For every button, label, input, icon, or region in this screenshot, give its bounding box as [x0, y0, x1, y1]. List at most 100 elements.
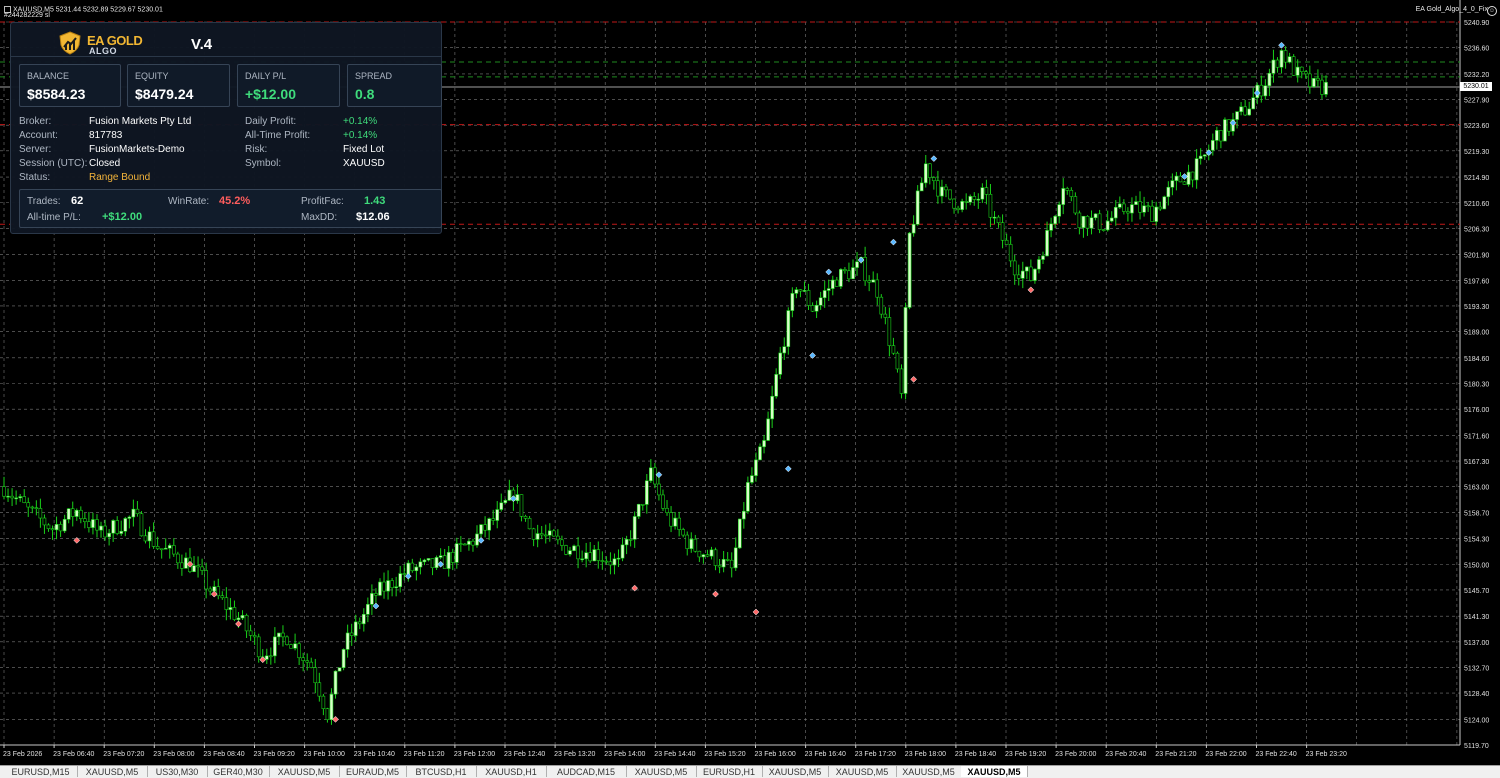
chart-tab[interactable]: XAUUSD,M5 — [269, 766, 340, 777]
candle-body — [814, 304, 819, 312]
trade-marker — [259, 656, 267, 664]
candle-body — [119, 530, 124, 534]
candle-body — [661, 494, 665, 509]
candle-body — [362, 614, 366, 625]
candle-body — [729, 559, 734, 569]
candle-body — [576, 545, 580, 560]
candle-body — [74, 509, 79, 517]
trade-marker — [510, 495, 517, 502]
candle-body — [240, 615, 245, 619]
candle-body — [560, 539, 564, 546]
candle-body — [309, 661, 314, 668]
candle-body — [394, 586, 398, 589]
price-axis-label: 5163.00 — [1464, 485, 1489, 492]
time-axis-label: 23 Feb 21:20 — [1155, 751, 1196, 758]
candle-body — [762, 440, 766, 448]
price-axis-label: 5180.30 — [1464, 382, 1489, 389]
candle-body — [847, 270, 851, 280]
ea-info-panel: EA GOLD ALGO V.4 BALANCE $8584.23 EQUITY… — [10, 22, 442, 234]
chart-tab[interactable]: US30,M30 — [147, 766, 208, 777]
price-axis-label: 5206.30 — [1464, 226, 1489, 233]
candle-body — [224, 597, 229, 610]
candle-body — [932, 177, 936, 182]
price-axis-label: 5128.40 — [1464, 691, 1489, 698]
candle-body — [479, 524, 483, 535]
candle-body — [1012, 260, 1017, 276]
broker-value: Fusion Markets Pty Ltd — [89, 116, 192, 127]
candle-body — [1061, 188, 1066, 205]
candle-body — [1097, 213, 1102, 230]
daily-pl-value: +$12.00 — [245, 86, 296, 102]
candle-body — [18, 496, 22, 499]
candle-body — [95, 519, 99, 531]
chart-tab[interactable]: XAUUSD,M5 — [961, 766, 1028, 777]
chart-tab[interactable]: EURUSD,M15 — [4, 766, 78, 777]
chart-tab[interactable]: EURAUD,M5 — [339, 766, 407, 777]
candle-body — [269, 655, 273, 658]
candle-body — [487, 518, 491, 531]
candle-body — [1029, 266, 1033, 281]
candle-body — [1279, 50, 1284, 68]
candle-body — [1227, 119, 1231, 132]
symbol-label: Symbol: — [245, 158, 282, 169]
candle-body — [131, 508, 136, 518]
candle-body — [810, 305, 815, 312]
candle-body — [418, 561, 423, 568]
candle-body — [244, 615, 249, 632]
candle-body — [180, 562, 184, 569]
trade-stats-box: Trades: 62 WinRate: 45.2% ProfitFac: 1.4… — [19, 189, 442, 228]
candle-body — [839, 269, 843, 287]
winrate-label: WinRate: — [168, 196, 210, 207]
trade-marker — [857, 256, 865, 264]
candle-body — [196, 565, 200, 568]
equity-box: EQUITY $8479.24 — [127, 64, 230, 107]
candle-body — [378, 581, 382, 596]
candle-body — [450, 552, 455, 563]
chart-tab[interactable]: XAUUSD,M5 — [896, 766, 962, 777]
candle-body — [843, 269, 847, 272]
candle-body — [135, 508, 140, 515]
chart-tab[interactable]: GER40,M30 — [207, 766, 270, 777]
chart-tab[interactable]: BTCUSD,H1 — [406, 766, 477, 777]
ea-smiley-icon[interactable]: ☺ — [1487, 6, 1497, 16]
candle-body — [701, 554, 706, 558]
chart-tab[interactable]: XAUUSD,M5 — [77, 766, 148, 777]
candle-body — [301, 657, 305, 661]
chart-window[interactable]: 5240.90 5236.60 5232.20 5227.90 5223.60 5219.… — [0, 0, 1500, 765]
candle-body — [426, 558, 431, 561]
trade-marker — [73, 537, 81, 544]
candle-body — [1118, 203, 1122, 208]
candle-body — [956, 207, 960, 210]
spread-label: SPREAD — [355, 71, 393, 81]
candle-body — [572, 545, 576, 551]
candle-body — [14, 497, 18, 500]
price-axis-label: 5214.90 — [1464, 175, 1489, 182]
candle-body — [903, 307, 908, 394]
candle-body — [721, 559, 726, 568]
chart-tab[interactable]: XAUUSD,M5 — [762, 766, 829, 777]
price-axis-label: 5193.30 — [1464, 304, 1489, 311]
time-axis-label: 23 Feb 16:00 — [755, 751, 796, 758]
trade-marker — [655, 471, 663, 479]
candle-body — [992, 216, 997, 219]
candle-body — [1025, 266, 1029, 272]
candle-body — [353, 621, 358, 636]
chart-tab[interactable]: XAUUSD,M5 — [626, 766, 697, 777]
chart-tab[interactable]: AUDCAD,M15 — [546, 766, 627, 777]
candle-body — [826, 288, 831, 291]
candle-body — [818, 297, 823, 306]
server-label: Server: — [19, 144, 52, 155]
balance-box: BALANCE $8584.23 — [19, 64, 121, 107]
candle-body — [1211, 140, 1215, 151]
chart-tab[interactable]: EURUSD,H1 — [696, 766, 763, 777]
candle-body — [422, 559, 427, 563]
chart-tab[interactable]: XAUUSD,H1 — [476, 766, 547, 777]
candle-body — [382, 581, 386, 592]
chart-tab[interactable]: XAUUSD,M5 — [828, 766, 897, 777]
candle-body — [1053, 215, 1057, 225]
candle-body — [778, 352, 783, 375]
candle-body — [790, 293, 795, 311]
price-axis-label: 5141.30 — [1464, 614, 1489, 621]
candle-body — [980, 187, 985, 200]
candle-body — [123, 518, 128, 532]
